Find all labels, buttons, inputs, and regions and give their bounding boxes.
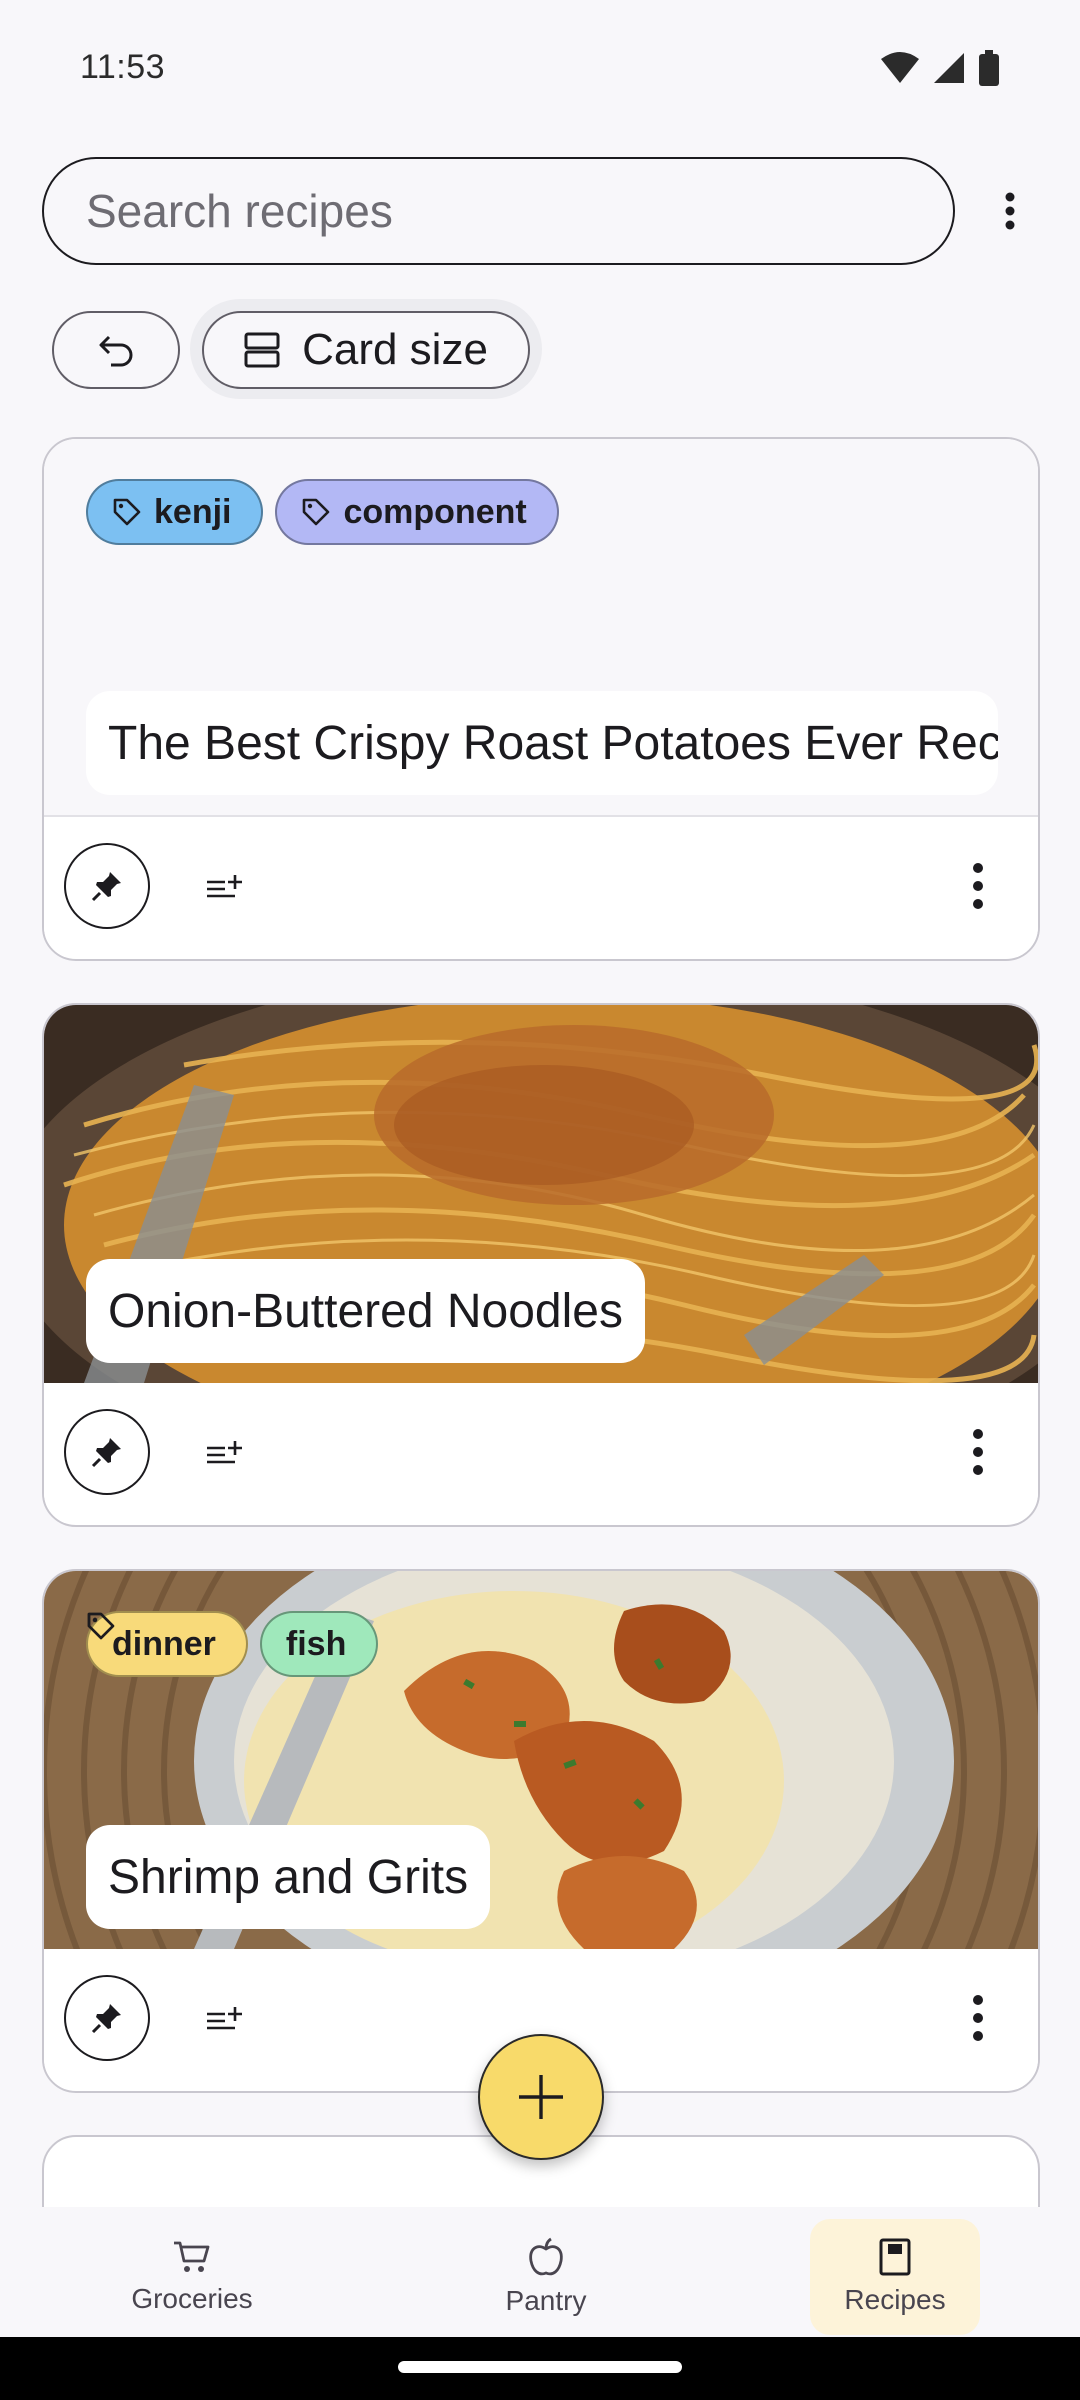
recipe-card[interactable]: Onion-Buttered Noodles	[42, 1003, 1040, 1527]
card-size-icon	[244, 332, 280, 368]
wifi-icon	[881, 51, 919, 83]
tag-chip[interactable]: kenji	[86, 479, 264, 545]
nav-label: Pantry	[505, 2285, 587, 2316]
add-recipe-button[interactable]	[478, 2034, 604, 2160]
nav-label: Recipes	[844, 2284, 946, 2315]
more-vertical-icon	[973, 1995, 983, 2041]
tag-label: fish	[285, 1624, 347, 1663]
plus-icon	[519, 2075, 563, 2119]
card-size-chip-highlight: Card size	[190, 299, 542, 399]
tag-label: component	[343, 492, 527, 531]
recipe-tags: dinner fish	[86, 1611, 379, 1677]
add-to-grocery-list-button[interactable]	[194, 1423, 254, 1483]
recipe-more-button[interactable]	[958, 1419, 998, 1485]
recipe-card[interactable]: kenji component The Best Crispy Roast Po…	[42, 437, 1040, 961]
card-size-chip[interactable]: Card size	[202, 311, 530, 389]
undo-chip[interactable]	[52, 311, 180, 389]
pin-icon	[91, 2004, 121, 2034]
system-navigation-area	[0, 2337, 1080, 2400]
playlist-add-icon	[207, 875, 242, 898]
recipe-title: Shrimp and Grits	[86, 1825, 491, 1929]
playlist-add-icon	[207, 2007, 242, 2030]
nav-item-recipes[interactable]: Recipes	[810, 2219, 980, 2335]
search-input[interactable]: Search recipes	[42, 157, 955, 265]
recipe-more-button[interactable]	[958, 1985, 998, 2051]
status-bar: 11:53	[0, 0, 1080, 135]
gesture-handle[interactable]	[398, 2361, 682, 2373]
nav-item-groceries[interactable]: Groceries	[107, 2219, 277, 2335]
status-icons	[880, 49, 1000, 86]
recipe-title: Onion-Buttered Noodles	[86, 1259, 645, 1363]
tag-label: kenji	[154, 492, 232, 531]
search-row: Search recipes	[42, 157, 1042, 267]
search-placeholder: Search recipes	[86, 185, 393, 237]
tag-chip[interactable]: fish	[87, 1611, 379, 1677]
book-icon	[879, 2238, 911, 2276]
more-vertical-icon	[973, 863, 983, 909]
cart-icon	[174, 2241, 210, 2272]
recipe-card-actions	[44, 1383, 1038, 1523]
recipe-title: The Best Crispy Roast Potatoes Ever Reci…	[86, 691, 998, 795]
tag-icon	[113, 498, 141, 526]
recipe-card[interactable]: dinner fish Shrimp and Grits	[42, 1569, 1040, 2093]
more-vertical-icon	[1005, 192, 1015, 230]
recipe-tags: kenji component	[86, 479, 559, 545]
nav-item-pantry[interactable]: Pantry	[461, 2219, 631, 2335]
pin-button[interactable]	[64, 1975, 150, 2061]
card-size-label: Card size	[302, 325, 488, 374]
tag-icon	[303, 498, 330, 526]
apple-icon	[529, 2237, 563, 2276]
playlist-add-icon	[207, 1441, 242, 1464]
bottom-navigation: Groceries Pantry Recipes	[0, 2207, 1080, 2337]
status-time: 11:53	[80, 48, 166, 86]
add-to-grocery-list-button[interactable]	[194, 1989, 254, 2049]
recipe-card-actions	[44, 817, 1038, 957]
pin-icon	[91, 1438, 121, 1468]
nav-label: Groceries	[131, 2283, 253, 2314]
more-vertical-icon	[973, 1429, 983, 1475]
tag-label: dinner	[112, 1624, 216, 1663]
recipe-more-button[interactable]	[958, 853, 998, 919]
recipe-photo: dinner fish Shrimp and Grits	[44, 1571, 1038, 1949]
battery-icon	[979, 49, 999, 86]
add-to-grocery-list-button[interactable]	[194, 857, 254, 917]
overflow-menu-button[interactable]	[980, 181, 1040, 241]
cellular-signal-icon	[934, 52, 964, 83]
pin-icon	[91, 872, 121, 902]
undo-icon	[99, 335, 133, 367]
recipe-photo: Onion-Buttered Noodles	[44, 1005, 1038, 1383]
tag-icon	[87, 1612, 115, 1640]
pin-button[interactable]	[64, 843, 150, 929]
pin-button[interactable]	[64, 1409, 150, 1495]
tag-chip[interactable]: component	[275, 479, 559, 545]
recipe-card-header: kenji component The Best Crispy Roast Po…	[44, 439, 1038, 817]
recipe-list-screen: Search recipes Card size kenji component…	[0, 135, 1080, 2207]
